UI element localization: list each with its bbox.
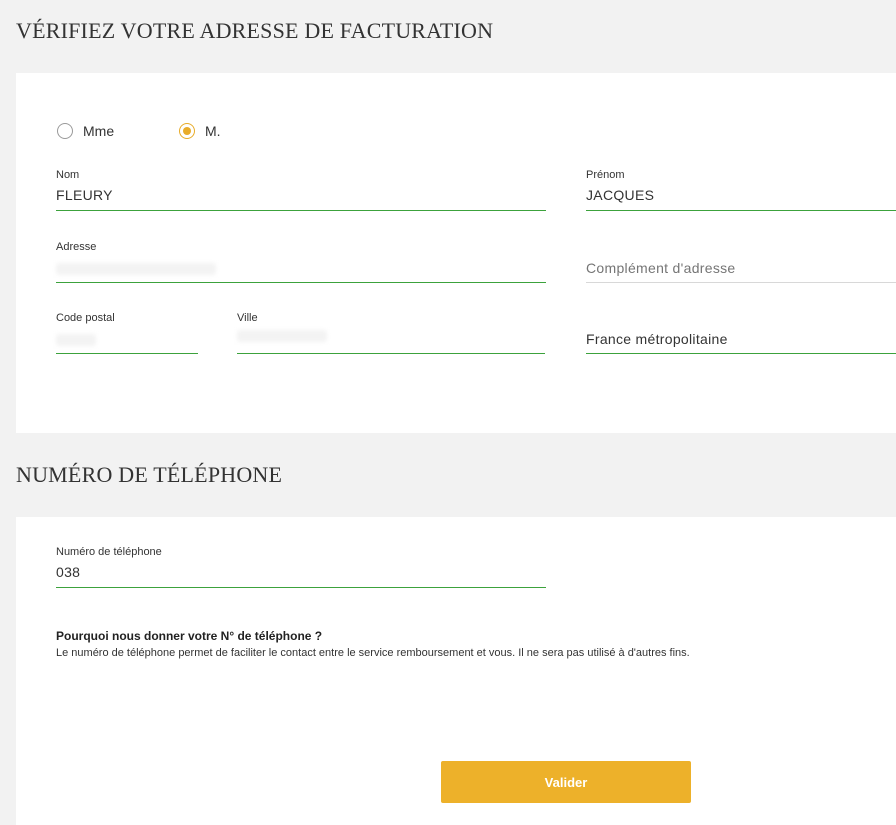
radio-m[interactable]: M. xyxy=(179,123,221,139)
phone-label: Numéro de téléphone xyxy=(56,546,162,558)
complement-underline xyxy=(586,282,896,283)
nom-label: Nom xyxy=(56,169,80,181)
code-postal-redacted xyxy=(56,334,96,346)
phone-input[interactable] xyxy=(56,564,546,580)
radio-mme-label: Mme xyxy=(83,123,115,139)
nom-underline xyxy=(56,210,546,211)
complement-field xyxy=(586,255,896,283)
code-postal-underline xyxy=(56,353,198,354)
ville-redacted xyxy=(237,330,327,342)
prenom-label: Prénom xyxy=(586,169,625,181)
adresse-redacted xyxy=(56,263,216,275)
nom-field: Nom xyxy=(56,169,546,211)
radio-m-label: M. xyxy=(205,123,221,139)
radio-mme-circle[interactable] xyxy=(57,123,73,139)
prenom-underline xyxy=(586,210,896,211)
phone-info-title: Pourquoi nous donner votre N° de télépho… xyxy=(56,629,323,643)
adresse-field: Adresse xyxy=(56,241,546,283)
phone-underline xyxy=(56,587,546,588)
radio-mme[interactable]: Mme xyxy=(57,123,114,139)
phone-info-text: Le numéro de téléphone permet de facilit… xyxy=(56,647,690,659)
ville-underline xyxy=(237,353,545,354)
prenom-input[interactable] xyxy=(586,187,896,203)
code-postal-field: Code postal xyxy=(56,312,198,354)
billing-section-title: VÉRIFIEZ VOTRE ADRESSE DE FACTURATION xyxy=(16,18,494,43)
radio-m-circle[interactable] xyxy=(179,123,195,139)
phone-field: Numéro de téléphone xyxy=(56,546,546,588)
phone-card: Numéro de téléphone Pourquoi nous donner… xyxy=(16,517,896,825)
pays-underline xyxy=(586,353,896,354)
prenom-field: Prénom xyxy=(586,169,896,211)
complement-input[interactable] xyxy=(586,260,896,276)
code-postal-label: Code postal xyxy=(56,312,115,324)
phone-section-title: NUMÉRO DE TÉLÉPHONE xyxy=(16,462,283,487)
radio-selected-dot xyxy=(183,127,191,135)
nom-input[interactable] xyxy=(56,187,546,203)
adresse-label: Adresse xyxy=(56,241,97,253)
ville-label: Ville xyxy=(237,312,258,324)
ville-field: Ville xyxy=(237,312,545,354)
page: VÉRIFIEZ VOTRE ADRESSE DE FACTURATION Mm… xyxy=(0,0,896,825)
pays-value[interactable]: France métropolitaine xyxy=(586,331,896,347)
validate-button[interactable]: Valider xyxy=(441,761,691,803)
billing-card: Mme M. Nom Prénom Adresse xyxy=(16,73,896,433)
adresse-underline xyxy=(56,282,546,283)
pays-field[interactable]: France métropolitaine xyxy=(586,326,896,354)
